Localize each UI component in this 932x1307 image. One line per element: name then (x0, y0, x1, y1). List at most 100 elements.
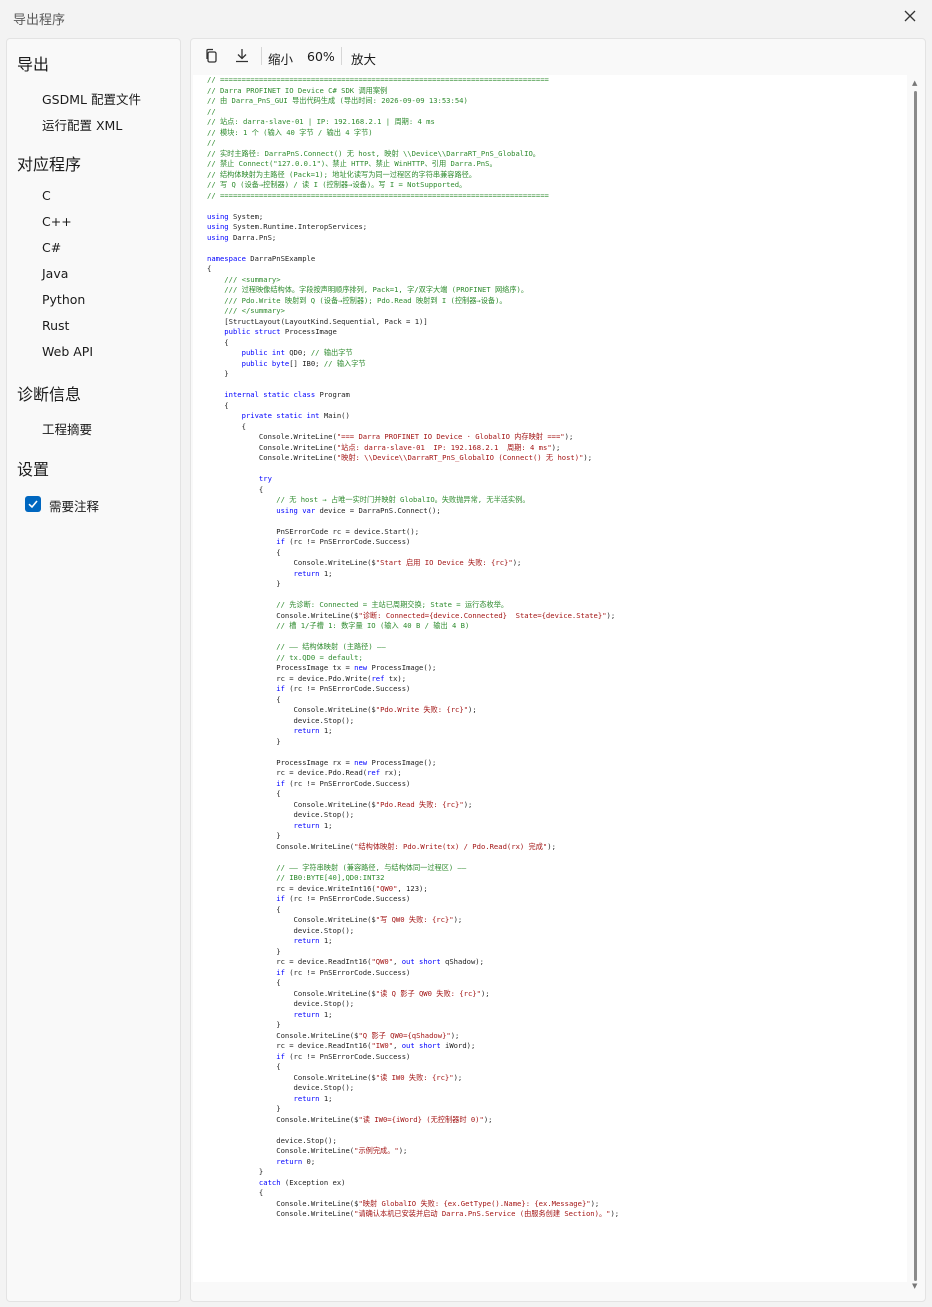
nav-cpp[interactable]: C++ (42, 214, 72, 229)
code-token: // 槽 1/子槽 1: 数字量 IO (输入 40 B / 输出 4 B) (207, 621, 470, 630)
code-line: device.Stop(); (207, 926, 907, 937)
nav-rust[interactable]: Rust (42, 318, 69, 333)
code-token: catch (207, 1177, 281, 1187)
code-token: /// </summary> (207, 306, 285, 315)
code-line: if (rc != PnSErrorCode.Success) (207, 968, 907, 979)
code-token: // (207, 138, 216, 147)
code-token: if (207, 778, 285, 788)
nav-webapi[interactable]: Web API (42, 344, 93, 359)
nav-gsdml[interactable]: GSDML 配置文件 (42, 89, 141, 108)
code-line: { (207, 422, 907, 433)
code-token: Console.WriteLine($ (207, 610, 359, 620)
nav-csharp[interactable]: C# (42, 240, 61, 255)
code-token: // =====================================… (207, 75, 549, 84)
vertical-scrollbar[interactable] (914, 91, 917, 1281)
nav-project-summary[interactable]: 工程摘要 (42, 419, 92, 438)
code-token: out short (401, 957, 441, 966)
code-token: return (207, 936, 320, 945)
code-token: using (207, 232, 229, 242)
sidebar: 导出 GSDML 配置文件 运行配置 XML 对应程序 C C++ C# Jav… (6, 38, 181, 1302)
code-token: // 写 Q (设备→控制器) / 读 I (控制器→设备)。写 I = Not… (207, 180, 467, 189)
code-line: rc = device.WriteInt16("QW0", 123); (207, 884, 907, 895)
code-line: if (rc != PnSErrorCode.Success) (207, 1052, 907, 1063)
code-line: } (207, 737, 907, 748)
code-token: rc = device.WriteInt16( (207, 883, 376, 893)
code-line: Console.WriteLine($"Start 启用 IO Device 失… (207, 558, 907, 569)
code-token: if (207, 537, 285, 546)
code-line: return 1; (207, 569, 907, 580)
copy-icon[interactable] (203, 47, 221, 65)
code-line: if (rc != PnSErrorCode.Success) (207, 684, 907, 695)
section-export-title: 导出 (17, 55, 50, 74)
code-token: Console.WriteLine($ (207, 705, 376, 714)
code-line: return 1; (207, 1094, 907, 1105)
code-token: 1; (319, 726, 333, 735)
code-token: { (207, 337, 229, 347)
code-line: rc = device.Pdo.Read(ref rx); (207, 768, 907, 779)
code-token: using var (207, 505, 316, 515)
code-token: ); (547, 841, 556, 851)
code-line: { (207, 905, 907, 916)
code-token: using (207, 222, 229, 231)
code-token: (rc != PnSErrorCode.Success) (284, 537, 411, 546)
download-icon[interactable] (233, 47, 251, 65)
nav-runtime-xml[interactable]: 运行配置 XML (42, 115, 122, 134)
code-token: try (207, 474, 272, 483)
code-line: // =====================================… (207, 75, 907, 86)
nav-c[interactable]: C (42, 188, 51, 203)
code-line: } (207, 831, 907, 842)
code-token: ); (564, 432, 574, 441)
close-icon[interactable] (900, 6, 920, 26)
comments-checkbox[interactable] (25, 496, 41, 512)
code-token: new (354, 663, 368, 672)
zoom-in-button[interactable]: 放大 (351, 49, 376, 68)
code-line: return 1; (207, 1010, 907, 1021)
code-token: // 先诊断: Connected = 主站已周期交换; State = 运行态… (207, 600, 509, 609)
comments-checkbox-label[interactable]: 需要注释 (49, 496, 99, 515)
code-token: Console.WriteLine($ (207, 558, 376, 567)
code-token: // IB0:BYTE[40],QD0:INT32 (207, 873, 385, 882)
code-line: // 实时主路径: DarraPnS.Connect() 无 host, 映射 … (207, 149, 907, 160)
code-token: Darra.PnS; (228, 232, 277, 242)
code-token: { (207, 1188, 264, 1197)
code-line: } (207, 1104, 907, 1115)
code-line: { (207, 1062, 907, 1073)
code-token: "结构体映射: Pdo.Write(tx) / Pdo.Read(rx) 完成" (354, 841, 548, 851)
code-token: ); (453, 1072, 463, 1082)
code-token: "诊断: Connected={device.Connected} State=… (358, 610, 607, 620)
zoom-out-button[interactable]: 缩小 (268, 49, 293, 68)
code-token: Console.WriteLine($ (207, 1072, 376, 1082)
code-line: Console.WriteLine($"Q 影子 QW0={qShadow}")… (207, 1031, 907, 1042)
code-line: Console.WriteLine("站点: darra-slave-01 IP… (207, 443, 907, 454)
nav-java[interactable]: Java (42, 266, 68, 281)
check-icon (28, 500, 38, 509)
code-token: ProcessImage(); (367, 757, 437, 767)
code-token: "IW0" (371, 1041, 394, 1050)
code-token: Console.WriteLine( (207, 1209, 355, 1218)
nav-python[interactable]: Python (42, 292, 85, 307)
code-token: (rc != PnSErrorCode.Success) (284, 967, 411, 977)
code-line: device.Stop(); (207, 1083, 907, 1094)
code-token: } (207, 369, 229, 378)
scroll-up-icon[interactable]: ▲ (912, 79, 917, 87)
scroll-down-icon[interactable]: ▼ (912, 1282, 917, 1290)
code-token: rc = device.Pdo.Write( (207, 673, 372, 683)
code-view[interactable]: // =====================================… (193, 75, 907, 1282)
code-token: ref (371, 673, 385, 683)
code-line: using System.Runtime.InteropServices; (207, 222, 907, 233)
code-token: Console.WriteLine( (207, 453, 337, 462)
code-line: device.Stop(); (207, 999, 907, 1010)
code-token: 1; (319, 1009, 333, 1019)
code-token: } (207, 579, 281, 588)
code-token: } (207, 946, 281, 956)
code-line: { (207, 695, 907, 706)
code-line: // (207, 107, 907, 118)
code-token: "Start 启用 IO Device 失败: {rc}" (375, 558, 513, 567)
code-line: } (207, 947, 907, 958)
code-token: Console.WriteLine($ (207, 799, 376, 809)
code-token: if (207, 684, 285, 693)
code-line: using Darra.PnS; (207, 233, 907, 244)
code-token: return (207, 1093, 320, 1103)
code-token: , (393, 1041, 402, 1050)
